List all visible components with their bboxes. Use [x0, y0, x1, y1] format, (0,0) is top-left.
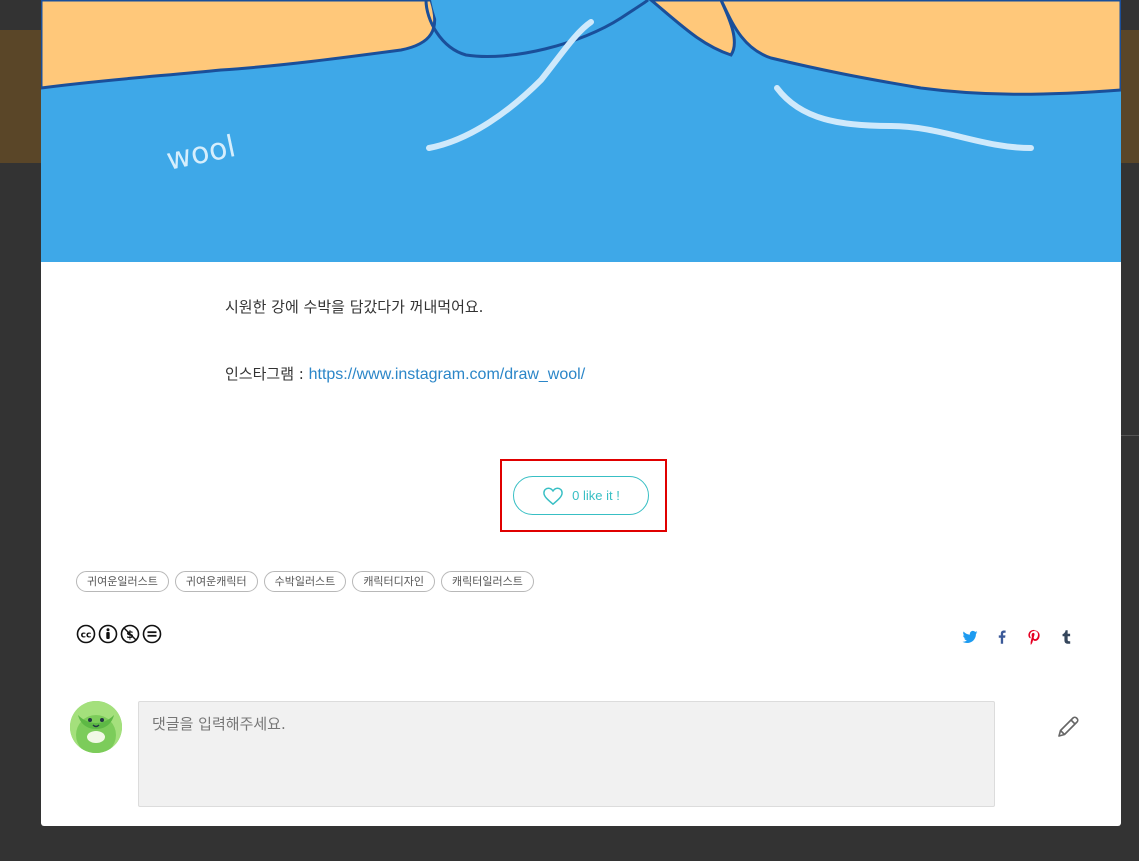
background-divider [1121, 435, 1139, 436]
facebook-icon[interactable] [993, 628, 1011, 646]
tag-list: 귀여운일러스트 귀여운캐릭터 수박일러스트 캐릭터디자인 캐릭터일러스트 [76, 571, 534, 592]
share-buttons [961, 628, 1075, 646]
nc-icon: $ [120, 624, 140, 644]
twitter-icon[interactable] [961, 628, 979, 646]
post-description: 시원한 강에 수박을 담갔다가 꺼내먹어요. [225, 298, 484, 316]
cc-icon: cc [76, 624, 96, 644]
background-page-right [1121, 30, 1139, 163]
tag-item[interactable]: 수박일러스트 [263, 571, 347, 592]
like-button[interactable]: 0 like it ! [513, 476, 649, 515]
background-page-left [0, 30, 41, 163]
svg-text:cc: cc [81, 631, 92, 641]
comment-input[interactable] [138, 701, 995, 807]
instagram-label: 인스타그램 : [225, 365, 309, 383]
pencil-icon[interactable] [1054, 713, 1082, 741]
avatar [70, 701, 122, 753]
post-instagram-line: 인스타그램 : https://www.instagram.com/draw_w… [225, 362, 585, 387]
tumblr-icon[interactable] [1057, 628, 1075, 646]
artwork-illustration: wool [41, 0, 1121, 262]
post-body: 시원한 강에 수박을 담갔다가 꺼내먹어요. 인스타그램 : https://w… [225, 295, 585, 387]
pinterest-icon[interactable] [1025, 628, 1043, 646]
tag-item[interactable]: 귀여운일러스트 [76, 571, 169, 592]
user-avatar-icon [70, 701, 122, 753]
like-label: 0 like it ! [572, 488, 620, 503]
post-artwork: wool [41, 0, 1121, 262]
by-icon [98, 624, 118, 644]
instagram-link[interactable]: https://www.instagram.com/draw_wool/ [309, 366, 586, 383]
heart-outline-icon [542, 486, 564, 506]
tag-item[interactable]: 캐릭터디자인 [352, 571, 436, 592]
tag-item[interactable]: 귀여운캐릭터 [174, 571, 258, 592]
tag-item[interactable]: 캐릭터일러스트 [441, 571, 534, 592]
nd-icon [142, 624, 162, 644]
post-modal: wool 시원한 강에 수박을 담갔다가 꺼내먹어요. 인스타그램 : http… [41, 0, 1121, 826]
license-icons: cc $ [76, 624, 162, 644]
